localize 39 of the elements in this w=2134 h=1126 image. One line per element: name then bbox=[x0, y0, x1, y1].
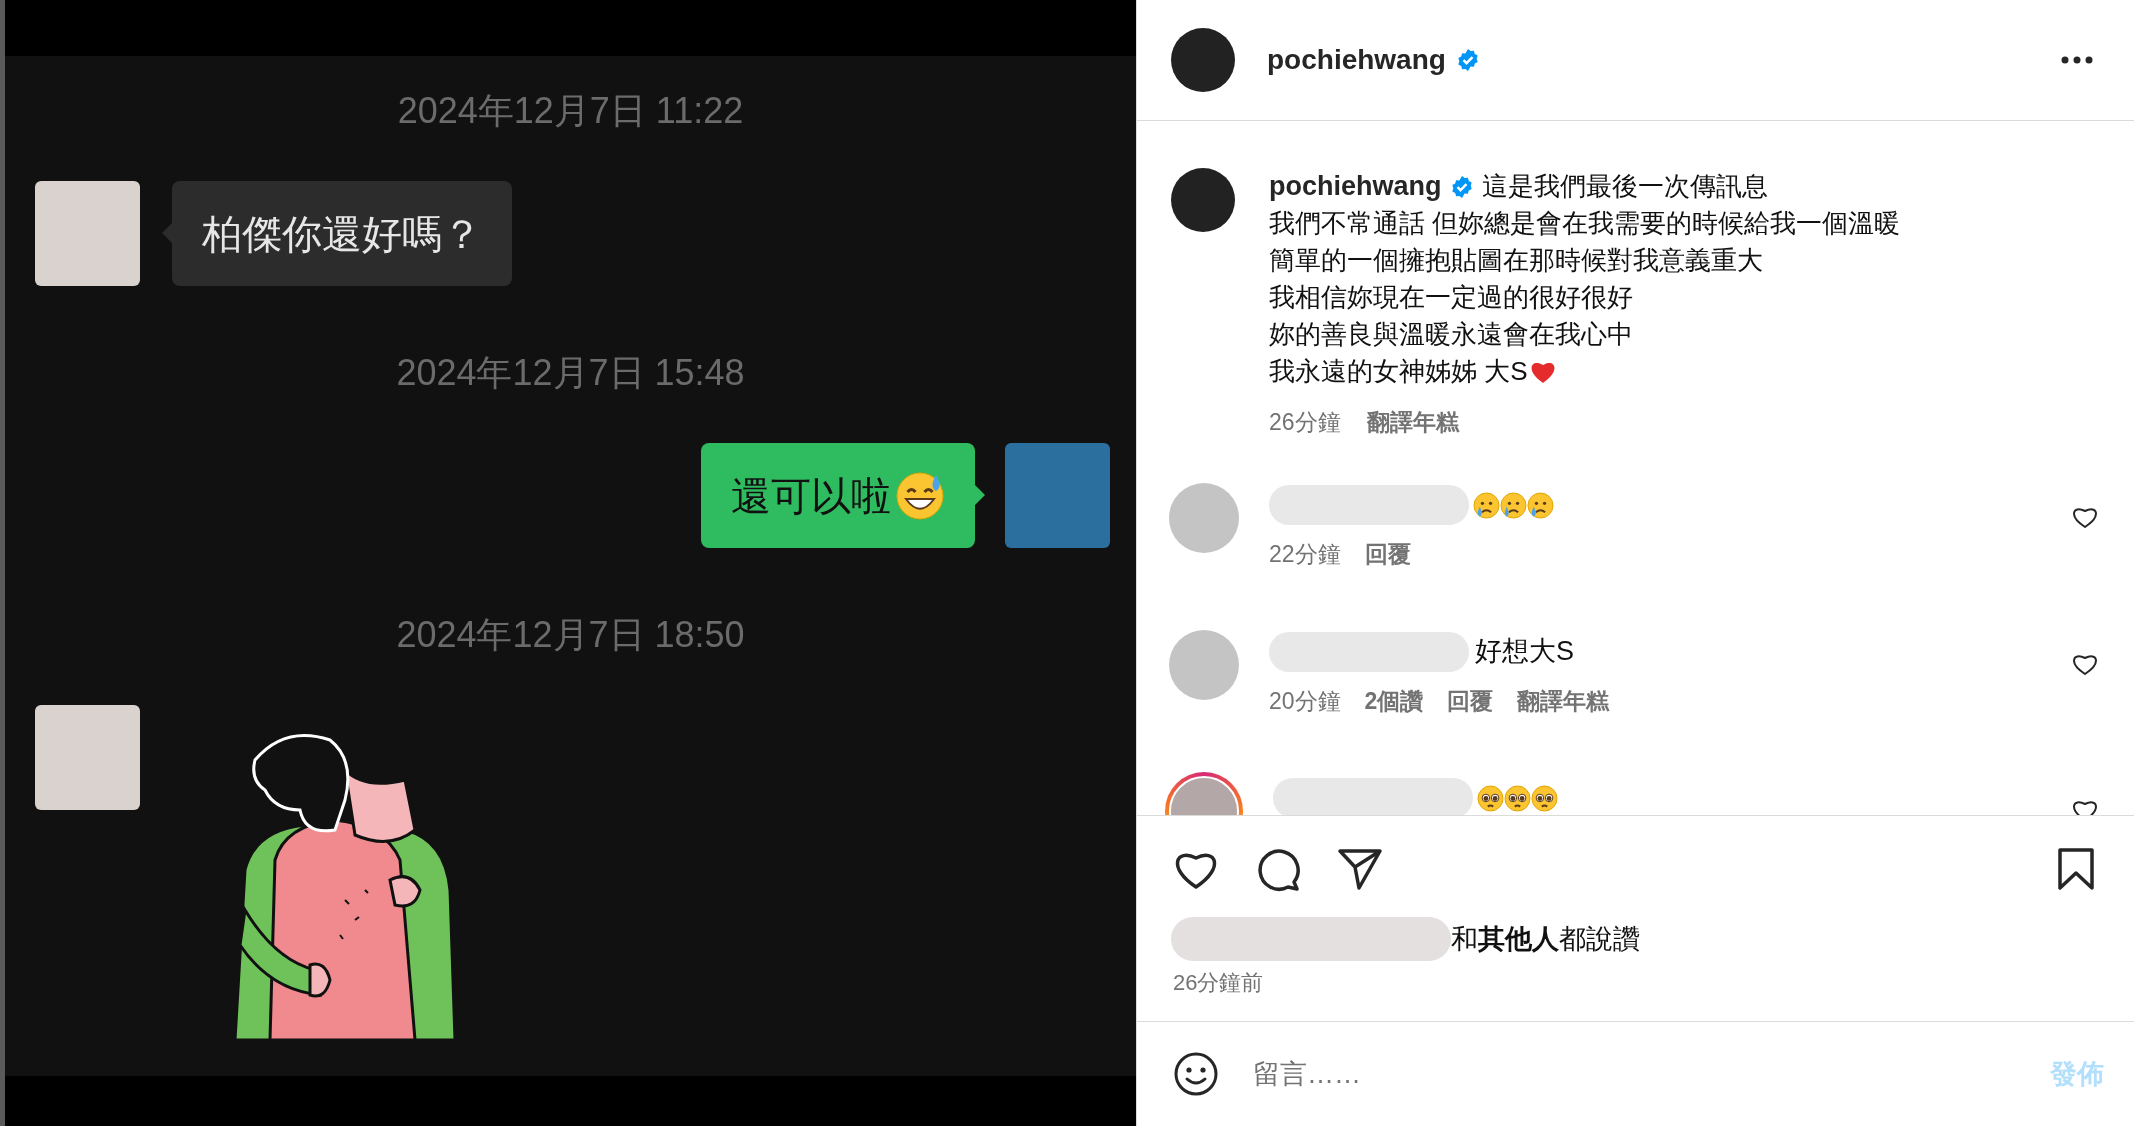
crying-face-icon bbox=[1473, 491, 1500, 519]
pleading-face-icon bbox=[1531, 784, 1558, 812]
timestamp-text: 22分鐘 bbox=[1269, 540, 1341, 569]
timestamp-text: 20分鐘 bbox=[1269, 686, 1341, 716]
send-arrow-icon[interactable] bbox=[1337, 847, 1383, 891]
sweat-smile-face-icon bbox=[895, 470, 945, 521]
caption-text: 簡單的一個擁抱貼圖在那時候對我意義重大 bbox=[1269, 244, 1763, 277]
caption-text: 我相信妳現在一定過的很好很好 bbox=[1269, 281, 1633, 314]
comment-action-link[interactable]: 回覆 bbox=[1447, 683, 1494, 718]
crying-face-icon bbox=[1500, 491, 1527, 519]
message-text: 還可以啦 bbox=[731, 472, 891, 520]
chat-timestamp: 2024年12月7日 18:50 bbox=[396, 613, 745, 657]
likes-text: 和其他人都說讚 bbox=[1451, 922, 1640, 956]
message-text: 柏傑你還好嗎？ bbox=[202, 210, 482, 258]
crying-face-icon bbox=[1527, 491, 1554, 519]
more-options-icon[interactable] bbox=[2060, 55, 2094, 65]
comment-input-field[interactable]: 留言…… bbox=[1253, 1053, 2050, 1095]
comment-action-link[interactable]: 回覆 bbox=[1364, 537, 1411, 572]
comment-text: 好想大S bbox=[1475, 635, 1574, 669]
caption-text: 這是我們最後一次傳訊息 bbox=[1481, 170, 1768, 203]
comment-bubble-icon[interactable] bbox=[1255, 846, 1301, 892]
bookmark-icon[interactable] bbox=[2056, 847, 2096, 891]
like-heart-icon[interactable] bbox=[2072, 505, 2098, 529]
post-time: 26分鐘前 bbox=[1172, 969, 1264, 997]
caption-text: 我們不常通話 但妳總是會在我需要的時候給我一個溫暖 bbox=[1269, 207, 1901, 240]
translate-link[interactable]: 翻譯年糕 bbox=[1366, 404, 1459, 441]
username-link[interactable]: pochiehwang bbox=[1267, 39, 1446, 81]
chat-timestamp: 2024年12月7日 11:22 bbox=[397, 89, 744, 133]
emoji-smiley-icon[interactable] bbox=[1173, 1051, 1219, 1097]
caption-text: 妳的善良與溫暖永遠會在我心中 bbox=[1269, 318, 1633, 351]
comment-action-link[interactable]: 翻譯年糕 bbox=[1517, 683, 1610, 718]
caption-text: 我永遠的女神姊姊 大S bbox=[1269, 355, 1528, 388]
pleading-face-icon bbox=[1477, 784, 1504, 812]
like-heart-icon[interactable] bbox=[2072, 798, 2098, 815]
chat-timestamp: 2024年12月7日 15:48 bbox=[396, 351, 745, 395]
username-link[interactable]: pochiehwang bbox=[1269, 168, 1442, 205]
timestamp-text: 26分鐘 bbox=[1269, 408, 1341, 437]
comment-action-link[interactable]: 2個讚 bbox=[1364, 683, 1424, 718]
pleading-face-icon bbox=[1504, 784, 1531, 812]
